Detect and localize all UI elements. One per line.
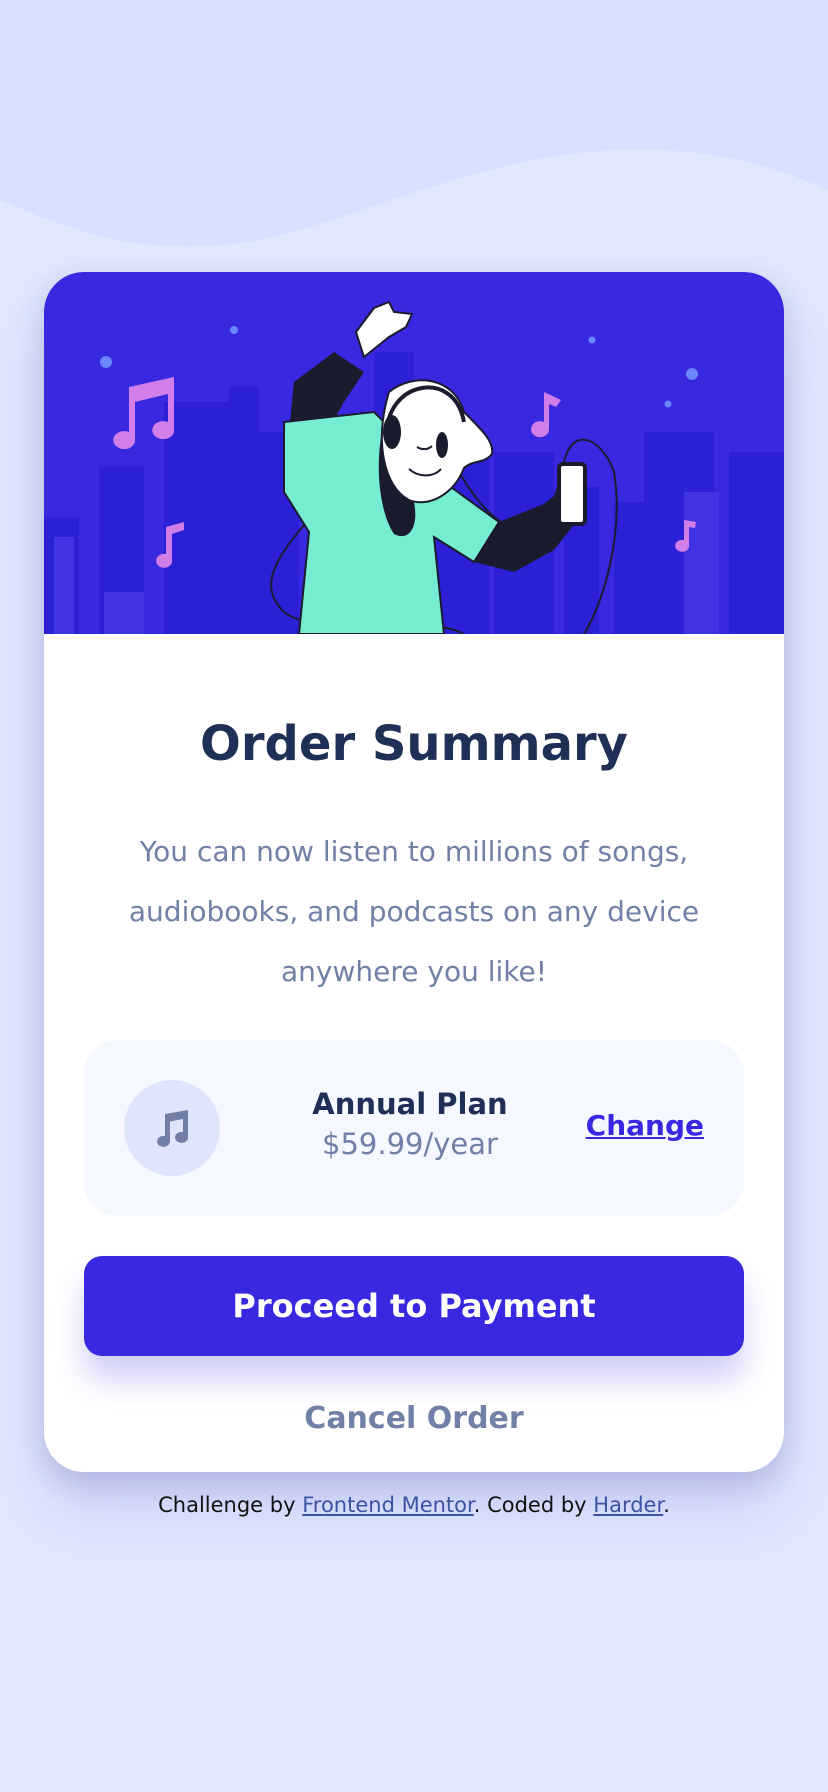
attribution-prefix: Challenge by bbox=[158, 1493, 296, 1517]
hero-illustration bbox=[44, 272, 784, 634]
frontend-mentor-link[interactable]: Frontend Mentor bbox=[302, 1493, 474, 1517]
author-link[interactable]: Harder bbox=[593, 1493, 663, 1517]
attribution: Challenge by Frontend Mentor. Coded by H… bbox=[0, 1490, 828, 1520]
order-summary-description: You can now listen to millions of songs,… bbox=[128, 835, 700, 988]
proceed-to-payment-button[interactable]: Proceed to Payment bbox=[84, 1256, 744, 1356]
attribution-middle: . Coded by bbox=[473, 1493, 587, 1517]
music-note-icon bbox=[157, 1110, 189, 1147]
order-summary-card: Order Summary You can now listen to mill… bbox=[44, 272, 784, 1472]
plan-name: Annual Plan bbox=[312, 1087, 508, 1121]
plan-price: $59.99/year bbox=[322, 1127, 498, 1161]
plan-icon-circle bbox=[124, 1080, 220, 1176]
attribution-suffix: . bbox=[663, 1493, 670, 1517]
background-wave bbox=[0, 0, 828, 247]
plan-panel: Annual Plan $59.99/year Change bbox=[84, 1040, 744, 1216]
cancel-order-button[interactable]: Cancel Order bbox=[264, 1388, 564, 1448]
change-plan-link[interactable]: Change bbox=[586, 1106, 704, 1146]
order-summary-title: Order Summary bbox=[200, 716, 628, 772]
